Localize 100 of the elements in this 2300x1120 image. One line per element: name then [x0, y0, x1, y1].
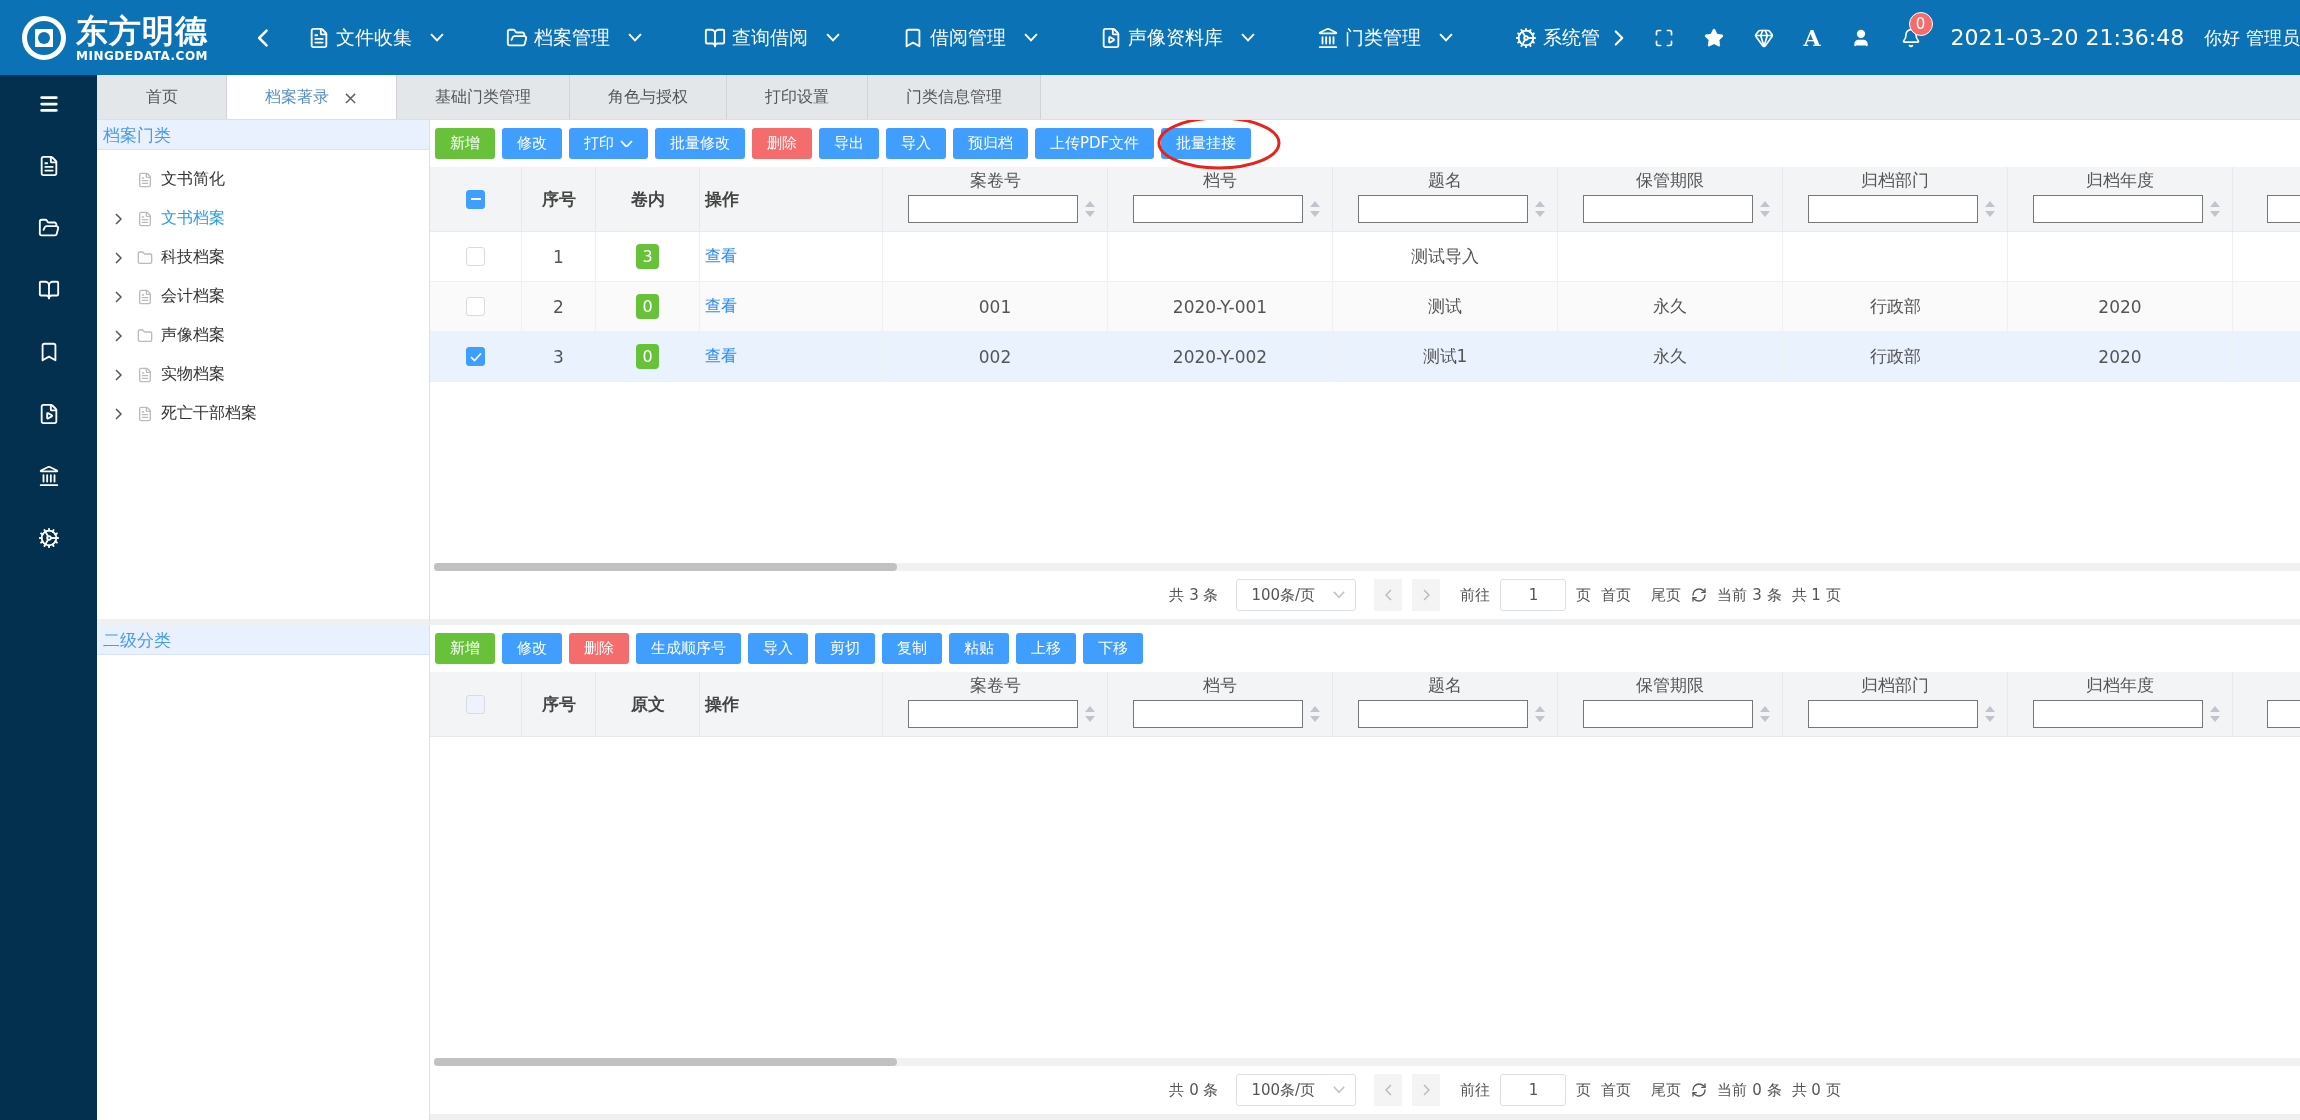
toolbar-button[interactable]: 上传PDF文件 [1035, 128, 1155, 159]
toolbar-button[interactable]: 删除 [569, 633, 629, 664]
filter-field[interactable] [1808, 700, 1978, 728]
tree-item[interactable]: 科技档案 [97, 238, 429, 277]
toolbar-button[interactable]: 生成顺序号 [636, 633, 741, 664]
toolbar-button[interactable]: 删除 [752, 128, 812, 159]
column-header: 题名 [1428, 169, 1462, 192]
tab[interactable]: 基础门类管理 [397, 75, 571, 119]
toolbar-button[interactable]: 上移 [1016, 633, 1076, 664]
column-header: 归档年度 [2086, 674, 2154, 697]
column-header: 序号 [522, 167, 596, 232]
page-field[interactable]: 1 [1500, 579, 1567, 611]
filter-field[interactable] [908, 195, 1078, 223]
first-page-link[interactable]: 首页 [1601, 585, 1632, 605]
caret-icon [627, 33, 642, 42]
tab[interactable]: 档案著录 × [227, 75, 398, 119]
table-cell: 永久 [1558, 282, 1783, 332]
folder-icon[interactable] [37, 217, 60, 239]
toolbar-button[interactable]: 复制 [882, 633, 942, 664]
toolbar-button[interactable]: 导入 [886, 128, 946, 159]
minus-icon [470, 198, 481, 200]
last-page-link[interactable]: 尾页 [1651, 1080, 1682, 1100]
close-icon[interactable]: × [343, 86, 359, 108]
toolbar-button[interactable]: 修改 [502, 128, 562, 159]
nav-menu[interactable]: 门类管理 [1316, 24, 1453, 51]
toolbar-button[interactable]: 剪切 [815, 633, 875, 664]
toolbar-button[interactable]: 预归档 [953, 128, 1028, 159]
scrollbar[interactable] [434, 1058, 2300, 1066]
view-link[interactable]: 查看 [705, 246, 737, 267]
tree-item[interactable]: 实物档案 [97, 355, 429, 394]
nav-menu[interactable]: 查询借阅 [703, 24, 840, 51]
table-cell: 行政部 [1783, 332, 2008, 382]
sort-icon [2209, 705, 2221, 723]
nav-menu[interactable]: 借阅管理 [901, 24, 1038, 51]
page-field[interactable]: 1 [1500, 1074, 1567, 1106]
toolbar-button[interactable]: 修改 [502, 633, 562, 664]
tree-item[interactable]: 死亡干部档案 [97, 394, 429, 433]
bank-icon[interactable] [37, 465, 60, 487]
nav-menu[interactable]: 声像资料库 [1099, 24, 1255, 51]
star-icon[interactable] [1703, 27, 1724, 48]
filter-field[interactable] [1358, 195, 1528, 223]
view-link[interactable]: 查看 [705, 296, 737, 317]
sort-icon [1309, 200, 1321, 218]
sort-icon [2209, 200, 2221, 218]
table-cell: 2020 [2008, 282, 2233, 332]
menu-icon[interactable] [37, 93, 60, 115]
refresh-icon[interactable] [1691, 587, 1708, 603]
toolbar-button[interactable]: 批量挂接 [1161, 128, 1252, 159]
page-size-select[interactable]: 100条/页 [1236, 1074, 1357, 1106]
settings-icon[interactable] [37, 527, 60, 549]
filter-field[interactable] [1133, 700, 1303, 728]
nav-menu[interactable]: 档案管理 [505, 24, 642, 51]
panel-title: 档案门类 [97, 120, 429, 150]
gem-icon[interactable] [1753, 27, 1774, 48]
tree-item[interactable]: 声像档案 [97, 316, 429, 355]
view-link[interactable]: 查看 [705, 346, 737, 367]
nav-menu[interactable]: 系统管 [1514, 24, 1632, 51]
toolbar-button[interactable]: 下移 [1083, 633, 1143, 664]
toolbar-button[interactable]: 导入 [748, 633, 808, 664]
filter-field[interactable] [2033, 195, 2203, 223]
filter-field[interactable] [1583, 195, 1753, 223]
chevron-left-icon [1384, 589, 1392, 601]
filter-field[interactable] [1808, 195, 1978, 223]
tab[interactable]: 门类信息管理 [868, 75, 1042, 119]
tree-item[interactable]: 文书简化 [97, 160, 429, 199]
filter-field[interactable] [2033, 700, 2203, 728]
user-greeting[interactable]: 你好 管理员 [2204, 25, 2300, 50]
expand-icon [115, 251, 122, 264]
toolbar-button[interactable]: 打印 [569, 128, 648, 159]
toolbar-button[interactable]: 粘贴 [949, 633, 1009, 664]
book-icon[interactable] [37, 279, 60, 301]
caret-icon [1333, 1086, 1346, 1094]
filter-field[interactable] [908, 700, 1078, 728]
scrollbar[interactable] [434, 563, 2300, 571]
refresh-icon[interactable] [1691, 1082, 1708, 1098]
tab[interactable]: 首页 [97, 75, 227, 119]
filter-field[interactable] [1583, 700, 1753, 728]
tab[interactable]: 角色与授权 [570, 75, 728, 119]
sort-icon [1984, 200, 1996, 218]
last-page-link[interactable]: 尾页 [1651, 585, 1682, 605]
column-header: 归档部门 [1861, 674, 1929, 697]
fullscreen-icon[interactable] [1653, 27, 1674, 48]
toolbar-button[interactable]: 批量修改 [655, 128, 745, 159]
font-button[interactable]: A [1803, 24, 1821, 51]
filter-field[interactable] [1358, 700, 1528, 728]
tab[interactable]: 打印设置 [727, 75, 869, 119]
nav-menu[interactable]: 文件收集 [307, 24, 444, 51]
check-icon [469, 351, 482, 362]
row-checkbox[interactable] [466, 347, 485, 366]
book-icon [703, 26, 726, 49]
count-tag: 0 [636, 294, 659, 319]
tree-item[interactable]: 文书档案 [97, 199, 429, 238]
select-all-checkbox[interactable] [466, 189, 485, 209]
bell-icon[interactable] [1900, 27, 1921, 48]
page-unit-label: 页 [1576, 1080, 1592, 1100]
toolbar-button[interactable]: 导出 [819, 128, 879, 159]
filter-field[interactable] [1133, 195, 1303, 223]
page-size-select[interactable]: 100条/页 [1236, 579, 1357, 611]
tree-item[interactable]: 会计档案 [97, 277, 429, 316]
first-page-link[interactable]: 首页 [1601, 1080, 1632, 1100]
